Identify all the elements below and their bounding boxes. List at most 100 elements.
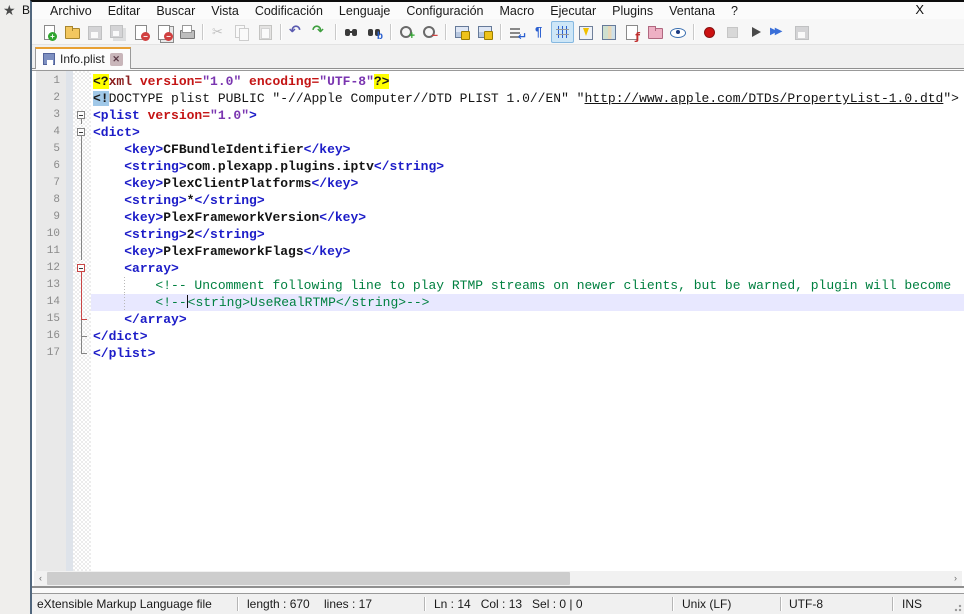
undo-button[interactable] bbox=[285, 21, 308, 43]
function-list-button[interactable] bbox=[620, 21, 643, 43]
code-line[interactable]: 14 <!--<string>UseRealRTMP</string>--> bbox=[36, 294, 964, 311]
star-icon[interactable]: ★ bbox=[3, 2, 16, 19]
token: <array> bbox=[124, 261, 179, 276]
scrollbar-thumb[interactable] bbox=[47, 572, 570, 585]
paste-button[interactable] bbox=[253, 21, 276, 43]
close-all-button[interactable] bbox=[152, 21, 175, 43]
close-file-button[interactable] bbox=[129, 21, 152, 43]
menu-ventana[interactable]: Ventana bbox=[661, 4, 723, 18]
code-line[interactable]: 13 <!-- Uncomment following line to play… bbox=[36, 277, 964, 294]
editor[interactable]: 1<?xml version="1.0" encoding="UTF-8"?>2… bbox=[32, 70, 964, 588]
code-text[interactable]: <plist version="1.0"> bbox=[91, 107, 964, 124]
document-map-button[interactable] bbox=[597, 21, 620, 43]
run-macro-multiple-button[interactable] bbox=[767, 21, 790, 43]
menu-plugins[interactable]: Plugins bbox=[604, 4, 661, 18]
fold-marker[interactable] bbox=[73, 260, 91, 277]
find-button[interactable] bbox=[340, 21, 363, 43]
cut-button[interactable] bbox=[207, 21, 230, 43]
stop-recording-button[interactable] bbox=[721, 21, 744, 43]
code-line[interactable]: 3<plist version="1.0"> bbox=[36, 107, 964, 124]
save-all-button[interactable] bbox=[106, 21, 129, 43]
copy-button[interactable] bbox=[230, 21, 253, 43]
horizontal-scrollbar[interactable]: ‹ › bbox=[34, 571, 962, 586]
show-all-characters-button[interactable] bbox=[528, 21, 551, 43]
code-text[interactable]: </plist> bbox=[91, 345, 964, 362]
code-text[interactable]: <string>2</string> bbox=[91, 226, 964, 243]
code-line[interactable]: 10 <string>2</string> bbox=[36, 226, 964, 243]
fold-marker[interactable] bbox=[73, 124, 91, 141]
resize-grip[interactable] bbox=[952, 602, 962, 612]
code-text[interactable]: <!-- Uncomment following line to play RT… bbox=[91, 277, 964, 294]
sync-vertical-button[interactable] bbox=[450, 21, 473, 43]
user-defined-dialog-button[interactable] bbox=[574, 21, 597, 43]
code-line[interactable]: 5 <key>CFBundleIdentifier</key> bbox=[36, 141, 964, 158]
code-text[interactable]: <?xml version="1.0" encoding="UTF-8"?> bbox=[91, 73, 964, 90]
status-encoding[interactable]: UTF-8 bbox=[789, 597, 823, 611]
sync-vertical-icon bbox=[453, 24, 470, 40]
token bbox=[93, 227, 124, 242]
code-text[interactable]: <key>CFBundleIdentifier</key> bbox=[91, 141, 964, 158]
word-wrap-button[interactable] bbox=[505, 21, 528, 43]
scroll-left-arrow-icon[interactable]: ‹ bbox=[34, 571, 47, 586]
record-macro-button[interactable] bbox=[698, 21, 721, 43]
menu-configuracin[interactable]: Configuración bbox=[398, 4, 491, 18]
replace-button[interactable] bbox=[363, 21, 386, 43]
code-text[interactable]: <dict> bbox=[91, 124, 964, 141]
window-close-button[interactable]: X bbox=[911, 2, 928, 17]
save-recorded-macro-button[interactable] bbox=[790, 21, 813, 43]
code-text[interactable]: <key>PlexFrameworkFlags</key> bbox=[91, 243, 964, 260]
fold-marker[interactable] bbox=[73, 107, 91, 124]
new-file-button[interactable] bbox=[37, 21, 60, 43]
code-text[interactable]: <key>PlexFrameworkVersion</key> bbox=[91, 209, 964, 226]
code-text[interactable]: <!DOCTYPE plist PUBLIC "-//Apple Compute… bbox=[91, 90, 964, 107]
line-number: 2 bbox=[36, 90, 66, 107]
code-line[interactable]: 17</plist> bbox=[36, 345, 964, 362]
tab-info-plist[interactable]: Info.plist ✕ bbox=[35, 47, 131, 69]
redo-button[interactable] bbox=[308, 21, 331, 43]
menu-macro[interactable]: Macro bbox=[492, 4, 543, 18]
menu-vista[interactable]: Vista bbox=[203, 4, 247, 18]
zoom-out-button[interactable] bbox=[418, 21, 441, 43]
code-line[interactable]: 15 </array> bbox=[36, 311, 964, 328]
menu-archivo[interactable]: Archivo bbox=[42, 4, 100, 18]
code-line[interactable]: 2 <!DOCTYPE plist PUBLIC "-//Apple Comput… bbox=[36, 90, 964, 107]
code-line[interactable]: 16</dict> bbox=[36, 328, 964, 345]
status-insert-mode[interactable]: INS bbox=[902, 597, 922, 611]
code-line[interactable]: 8 <string>*</string> bbox=[36, 192, 964, 209]
code-line[interactable]: 4<dict> bbox=[36, 124, 964, 141]
menu-?[interactable]: ? bbox=[723, 4, 746, 18]
code-text[interactable]: <key>PlexClientPlatforms</key> bbox=[91, 175, 964, 192]
code-text[interactable]: <!--<string>UseRealRTMP</string>--> bbox=[91, 294, 964, 311]
code-text[interactable]: <string>*</string> bbox=[91, 192, 964, 209]
menu-ejecutar[interactable]: Ejecutar bbox=[542, 4, 604, 18]
code-line[interactable]: 6 <string>com.plexapp.plugins.iptv</stri… bbox=[36, 158, 964, 175]
code-line[interactable]: 7 <key>PlexClientPlatforms</key> bbox=[36, 175, 964, 192]
monitoring-button[interactable] bbox=[666, 21, 689, 43]
menu-buscar[interactable]: Buscar bbox=[148, 4, 203, 18]
folder-as-workspace-button[interactable] bbox=[643, 21, 666, 43]
code-line[interactable]: 11 <key>PlexFrameworkFlags</key> bbox=[36, 243, 964, 260]
code-text[interactable]: <string>com.plexapp.plugins.iptv</string… bbox=[91, 158, 964, 175]
menu-lenguaje[interactable]: Lenguaje bbox=[331, 4, 398, 18]
status-eol-format[interactable]: Unix (LF) bbox=[682, 597, 731, 611]
fold-guide bbox=[73, 209, 91, 226]
open-file-button[interactable] bbox=[60, 21, 83, 43]
code-line[interactable]: 1<?xml version="1.0" encoding="UTF-8"?> bbox=[36, 73, 964, 90]
code-text[interactable]: <array> bbox=[91, 260, 964, 277]
code-line[interactable]: 9 <key>PlexFrameworkVersion</key> bbox=[36, 209, 964, 226]
scroll-right-arrow-icon[interactable]: › bbox=[949, 571, 962, 586]
tab-close-icon[interactable]: ✕ bbox=[110, 53, 123, 66]
save-button[interactable] bbox=[83, 21, 106, 43]
scrollbar-track[interactable] bbox=[47, 571, 949, 586]
zoom-in-button[interactable] bbox=[395, 21, 418, 43]
fold-guide bbox=[73, 175, 91, 192]
print-button[interactable] bbox=[175, 21, 198, 43]
code-line[interactable]: 12 <array> bbox=[36, 260, 964, 277]
code-text[interactable]: </dict> bbox=[91, 328, 964, 345]
code-text[interactable]: </array> bbox=[91, 311, 964, 328]
show-indent-guide-button[interactable] bbox=[551, 21, 574, 43]
sync-horizontal-button[interactable] bbox=[473, 21, 496, 43]
menu-editar[interactable]: Editar bbox=[100, 4, 149, 18]
playback-macro-button[interactable] bbox=[744, 21, 767, 43]
menu-codificacin[interactable]: Codificación bbox=[247, 4, 331, 18]
